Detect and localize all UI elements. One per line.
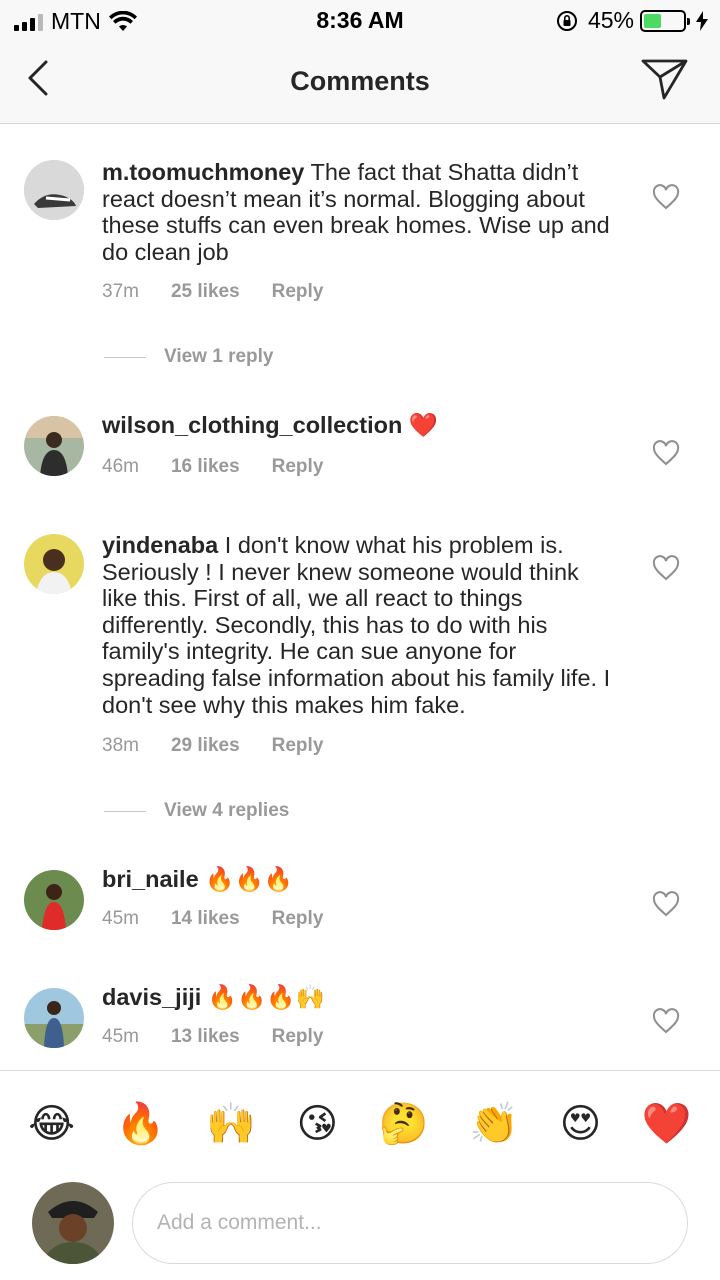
comment-text: wilson_clothing_collection ❤️ xyxy=(102,412,614,439)
heart-icon[interactable] xyxy=(652,440,680,466)
comment-time: 38m xyxy=(102,735,139,756)
comment-username[interactable]: davis_jiji xyxy=(102,984,201,1010)
comment-emoji: 🔥🔥🔥 xyxy=(205,866,293,892)
current-user-avatar xyxy=(32,1182,114,1264)
navigation-header: Comments xyxy=(0,40,720,124)
avatar[interactable] xyxy=(24,160,84,220)
battery-icon xyxy=(640,9,690,32)
emoji-heart-eyes-button[interactable]: 😍 xyxy=(560,1101,602,1147)
orientation-lock-icon xyxy=(556,10,577,31)
avatar[interactable] xyxy=(24,416,84,476)
battery-percent: 45% xyxy=(587,7,634,33)
comment-username[interactable]: m.toomuchmoney xyxy=(102,159,304,185)
comment-list[interactable]: m.toomuchmoney The fact that Shatta didn… xyxy=(0,124,720,1070)
comment-text: davis_jiji 🔥🔥🔥🙌 xyxy=(102,984,614,1011)
comment-time: 46m xyxy=(102,456,139,477)
avatar[interactable] xyxy=(24,534,84,594)
like-count[interactable]: 29 likes xyxy=(171,735,240,757)
comment-time: 45m xyxy=(102,1026,139,1047)
avatar[interactable] xyxy=(24,988,84,1048)
comment-username[interactable]: yindenaba xyxy=(102,532,218,558)
emoji-raised-hands-button[interactable]: 🙌 xyxy=(206,1100,256,1147)
heart-icon[interactable] xyxy=(652,184,680,210)
comment-username[interactable]: bri_naile xyxy=(102,866,199,892)
emoji-clap-button[interactable]: 👏 xyxy=(469,1100,519,1147)
comment-text: m.toomuchmoney The fact that Shatta didn… xyxy=(102,159,614,265)
comment-text: yindenaba I don't know what his problem … xyxy=(102,532,614,718)
reply-button[interactable]: Reply xyxy=(272,908,324,930)
emoji-quick-bar: 😂 🔥 🙌 😘 🤔 👏 😍 ❤️ xyxy=(0,1070,720,1176)
emoji-kiss-button[interactable]: 😘 xyxy=(296,1101,338,1147)
reply-button[interactable]: Reply xyxy=(272,1026,324,1048)
divider xyxy=(104,356,146,358)
comment-emoji: 🔥🔥🔥🙌 xyxy=(207,984,325,1010)
comment-username[interactable]: wilson_clothing_collection xyxy=(102,412,402,438)
view-replies-button[interactable]: View 4 replies xyxy=(104,800,289,822)
view-replies-button[interactable]: View 1 reply xyxy=(104,346,274,368)
comment-emoji: ❤️ xyxy=(408,412,439,438)
status-bar: MTN 8:36 AM 45% xyxy=(0,0,720,40)
comment-content: I don't know what his problem is. Seriou… xyxy=(102,532,611,718)
emoji-laughing-button[interactable]: 😂 xyxy=(28,1101,75,1147)
view-replies-label: View 4 replies xyxy=(164,800,290,821)
comment-text: bri_naile 🔥🔥🔥 xyxy=(102,866,614,893)
like-count[interactable]: 14 likes xyxy=(171,908,240,930)
heart-icon[interactable] xyxy=(652,1008,680,1034)
reply-button[interactable]: Reply xyxy=(272,456,324,478)
heart-icon[interactable] xyxy=(652,555,680,581)
comment-time: 37m xyxy=(102,281,139,302)
emoji-fire-button[interactable]: 🔥 xyxy=(116,1100,166,1147)
emoji-red-heart-button[interactable]: ❤️ xyxy=(642,1100,692,1147)
comment-meta: 46m 16 likes Reply xyxy=(102,456,355,478)
like-count[interactable]: 25 likes xyxy=(171,281,240,303)
like-count[interactable]: 13 likes xyxy=(171,1026,240,1048)
comment-meta: 45m 14 likes Reply xyxy=(102,908,355,930)
comment-meta: 37m 25 likes Reply xyxy=(102,281,355,303)
divider xyxy=(104,810,146,812)
view-replies-label: View 1 reply xyxy=(164,346,274,367)
comment-meta: 45m 13 likes Reply xyxy=(102,1026,355,1048)
heart-icon[interactable] xyxy=(652,891,680,917)
paper-plane-icon xyxy=(641,59,688,100)
share-button[interactable] xyxy=(640,56,690,102)
comment-input[interactable] xyxy=(132,1182,688,1264)
page-title: Comments xyxy=(290,66,430,96)
reply-button[interactable]: Reply xyxy=(272,281,324,303)
battery-info: 45% xyxy=(556,7,708,34)
charging-icon xyxy=(696,10,708,31)
comment-time: 45m xyxy=(102,908,139,929)
like-count[interactable]: 16 likes xyxy=(171,456,240,478)
comment-meta: 38m 29 likes Reply xyxy=(102,735,355,757)
avatar[interactable] xyxy=(24,870,84,930)
reply-button[interactable]: Reply xyxy=(272,735,324,757)
emoji-thinking-button[interactable]: 🤔 xyxy=(379,1100,429,1147)
